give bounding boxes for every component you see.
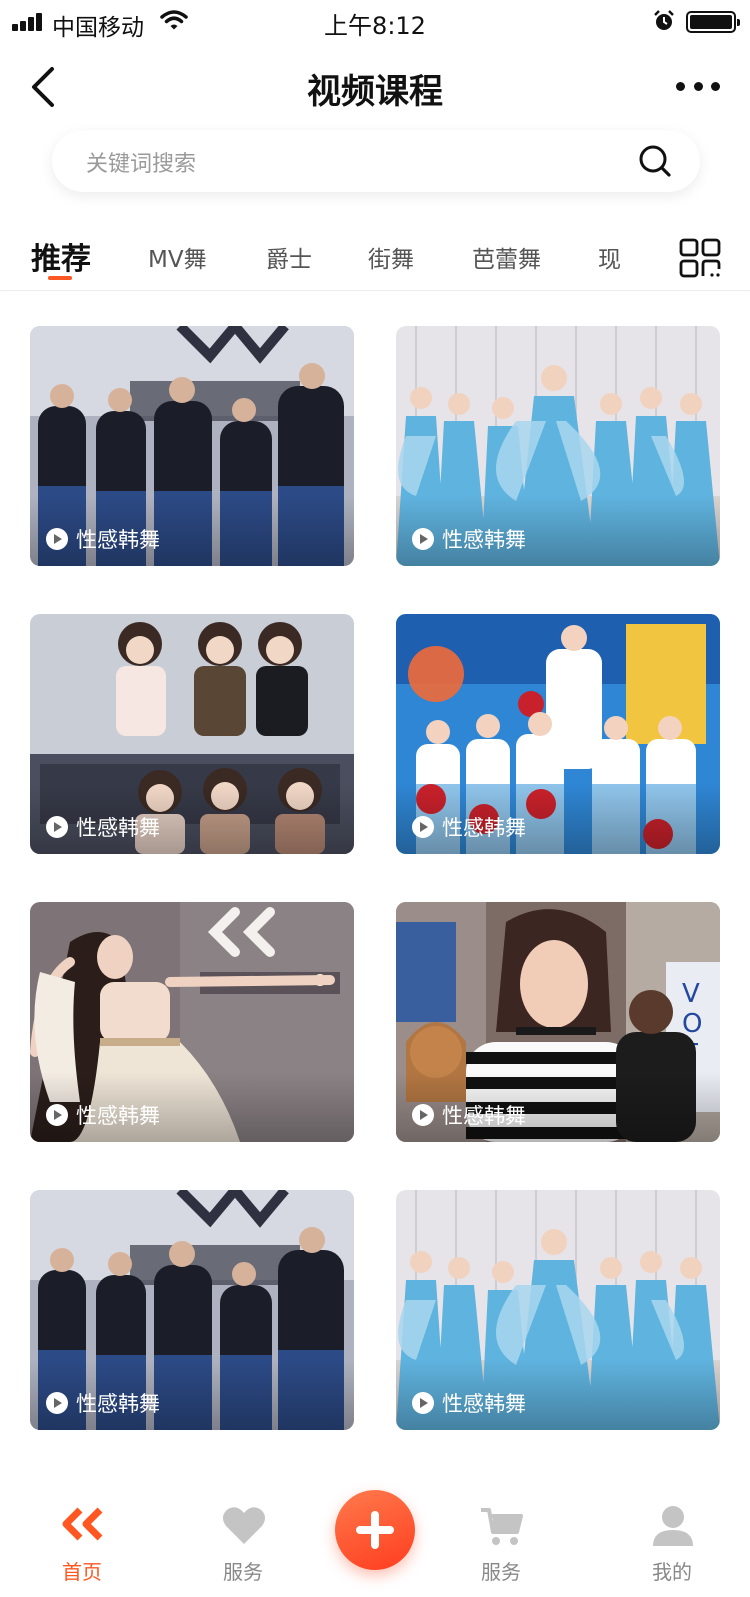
search-icon[interactable]	[638, 144, 672, 178]
video-title: 性感韩舞	[76, 1104, 160, 1128]
tabbar-label: 服务	[481, 1560, 521, 1584]
tab-mv-dance[interactable]: MV舞	[148, 240, 207, 274]
video-card[interactable]: 性感韩舞	[396, 326, 720, 566]
status-time: 上午8:12	[324, 12, 426, 40]
play-icon	[46, 1104, 68, 1126]
video-title: 性感韩舞	[442, 816, 526, 840]
search-placeholder: 关键词搜索	[86, 152, 197, 177]
cart-icon	[481, 1508, 523, 1545]
play-icon	[412, 1104, 434, 1126]
tabs-divider	[0, 290, 750, 291]
tabbar-label: 首页	[62, 1560, 102, 1584]
nav-bar: 视频课程	[0, 44, 750, 128]
category-grid-icon[interactable]	[679, 238, 721, 278]
active-tab-indicator	[48, 276, 72, 280]
video-title: 性感韩舞	[442, 528, 526, 552]
status-bar: 中国移动 上午8:12	[0, 0, 750, 44]
play-icon	[46, 1392, 68, 1414]
tabbar-label: 服务	[223, 1560, 263, 1584]
page-title: 视频课程	[307, 72, 443, 112]
tab-recommend[interactable]: 推荐	[31, 234, 91, 278]
video-title: 性感韩舞	[76, 1392, 160, 1416]
play-icon	[46, 528, 68, 550]
play-icon	[412, 1392, 434, 1414]
video-card[interactable]: VOT 性感韩舞	[396, 902, 720, 1142]
person-icon	[653, 1506, 693, 1546]
more-icon[interactable]	[676, 82, 720, 94]
tab-street-dance[interactable]: 街舞	[368, 240, 414, 274]
video-title: 性感韩舞	[76, 816, 160, 840]
video-title: 性感韩舞	[76, 528, 160, 552]
video-title: 性感韩舞	[442, 1392, 526, 1416]
tabbar-service[interactable]: 服务	[183, 1480, 303, 1597]
category-tabs: 推荐 MV舞 爵士 街舞 芭蕾舞 现	[0, 226, 750, 290]
alarm-icon	[654, 10, 674, 30]
svg-text:V: V	[682, 979, 700, 1009]
heart-icon	[222, 1507, 266, 1544]
tabbar-label: 我的	[652, 1560, 692, 1584]
video-title: 性感韩舞	[442, 1104, 526, 1128]
tab-ballet[interactable]: 芭蕾舞	[472, 240, 541, 274]
battery-icon	[686, 11, 740, 33]
add-button[interactable]	[335, 1490, 415, 1570]
video-card[interactable]: 性感韩舞	[30, 614, 354, 854]
brand-logo-icon	[62, 1507, 103, 1541]
search-input[interactable]: 关键词搜索	[52, 130, 700, 192]
tab-modern[interactable]: 现	[598, 240, 621, 274]
video-card[interactable]: 性感韩舞	[396, 614, 720, 854]
video-card[interactable]: 性感韩舞	[30, 902, 354, 1142]
video-card[interactable]: 性感韩舞	[396, 1190, 720, 1430]
play-icon	[412, 816, 434, 838]
tabbar-me[interactable]: 我的	[612, 1480, 732, 1597]
tab-jazz[interactable]: 爵士	[266, 240, 312, 274]
tabbar-cart[interactable]: 服务	[441, 1480, 561, 1597]
play-icon	[412, 528, 434, 550]
tabbar-home[interactable]: 首页	[22, 1480, 142, 1597]
play-icon	[46, 816, 68, 838]
video-card[interactable]: 性感韩舞	[30, 1190, 354, 1430]
video-card[interactable]: 性感韩舞	[30, 326, 354, 566]
